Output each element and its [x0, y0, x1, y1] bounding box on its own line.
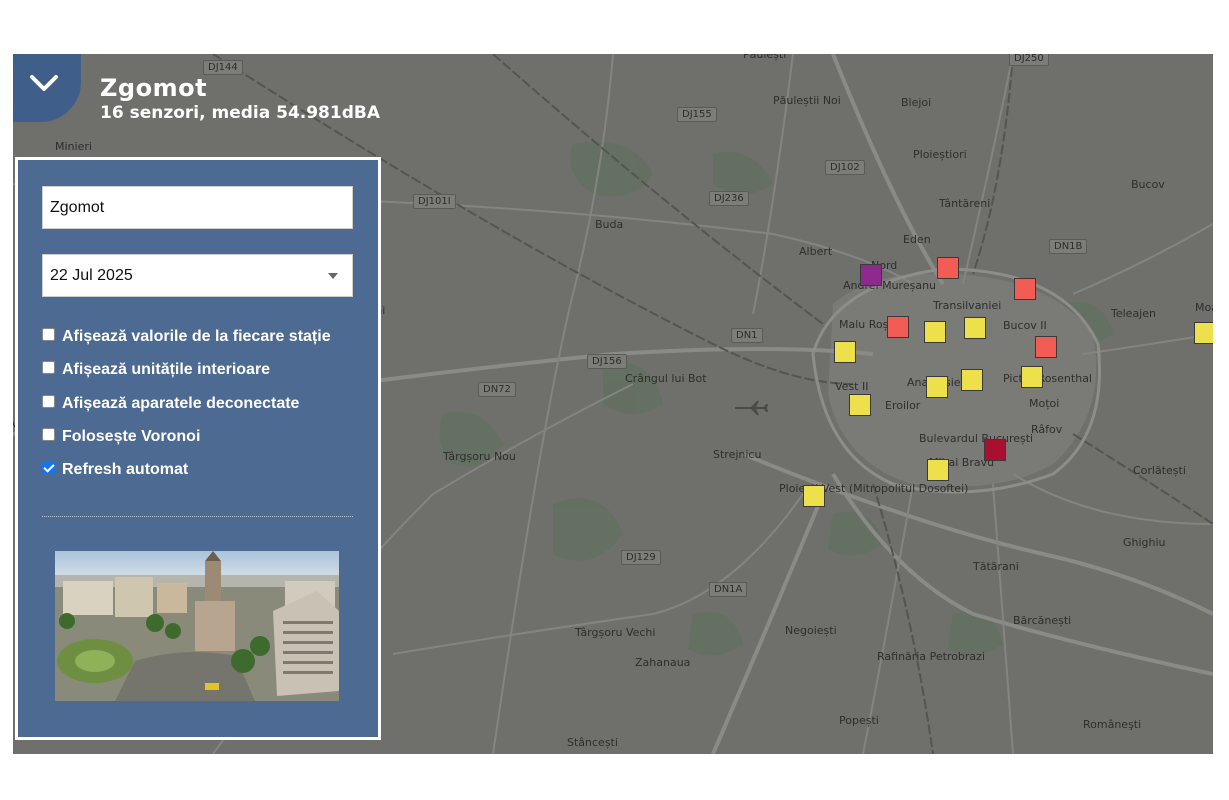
road-shield: DJ155	[677, 107, 717, 122]
sensor-marker[interactable]	[887, 316, 909, 338]
place-label: Tătărani	[973, 560, 1019, 573]
option-label: Afișează aparatele deconectate	[62, 395, 300, 412]
road-shield: DN1	[731, 328, 763, 343]
checkbox[interactable]	[42, 394, 55, 408]
road-shield: DJ129	[621, 550, 661, 565]
place-label: Albert	[799, 245, 833, 258]
place-label: Târgșoru Nou	[443, 450, 516, 463]
checkbox[interactable]	[42, 427, 55, 441]
sensor-marker[interactable]	[924, 321, 946, 343]
place-label: Moara	[1195, 301, 1213, 314]
sensor-marker[interactable]	[1194, 322, 1213, 344]
place-label: Strejnicu	[713, 448, 762, 461]
road-shield: DJ156	[587, 354, 627, 369]
place-label: Păulești	[743, 54, 787, 61]
place-label: Crângul lui Bot	[625, 372, 707, 385]
option-label: Afișează unitățile interioare	[62, 361, 271, 378]
place-label: Buda	[595, 218, 624, 231]
option-show-indoor-units[interactable]: Afișează unitățile interioare	[42, 360, 270, 380]
place-label: Tântăreni	[939, 197, 991, 210]
sensor-marker[interactable]	[937, 257, 959, 279]
place-label: Ghighiu	[1123, 536, 1166, 549]
place-label: Bucov II	[1003, 319, 1047, 332]
place-label: Bărcănești	[1013, 614, 1072, 627]
place-label: Popești	[839, 714, 879, 727]
date-select-value: 22 Jul 2025	[50, 267, 133, 284]
sensor-marker[interactable]	[964, 317, 986, 339]
place-label: Bucov	[1131, 178, 1165, 191]
road-shield: DJ102	[825, 160, 865, 175]
road-shield: DN1A	[709, 582, 748, 597]
checkbox[interactable]	[42, 327, 55, 341]
panel-divider	[42, 516, 353, 517]
road-shield: DJ101I	[413, 194, 456, 209]
sensor-marker[interactable]	[1035, 336, 1057, 358]
checkbox[interactable]	[42, 360, 55, 374]
place-label: Zahanaua	[635, 656, 691, 669]
place-label: Transilvaniei	[933, 299, 1002, 312]
place-label: Pictor Rosenthal	[1003, 372, 1092, 385]
settings-panel: 22 Jul 2025 Afișează valorile de la fiec…	[15, 157, 381, 740]
place-label: Negoiești	[785, 624, 837, 637]
place-label: Ploieștiori	[913, 148, 967, 161]
sensor-marker[interactable]	[1021, 366, 1043, 388]
sensor-marker[interactable]	[849, 394, 871, 416]
option-label: Refresh automat	[62, 461, 189, 478]
option-use-voronoi[interactable]: Folosește Voronoi	[42, 427, 200, 447]
checkbox-checked[interactable]	[42, 460, 55, 474]
chevron-down-icon	[30, 75, 58, 91]
place-label: Moțoi	[1029, 397, 1060, 410]
sensor-type-input[interactable]	[42, 186, 353, 229]
place-label: Bulevardul București	[919, 432, 1034, 445]
option-label: Folosește Voronoi	[62, 428, 201, 445]
road-shield: DJ144	[203, 60, 243, 75]
sensor-marker[interactable]	[961, 369, 983, 391]
layer-summary: 16 senzori, media 54.981dBA	[100, 103, 381, 123]
place-label: Păuleștii Noi	[773, 94, 841, 107]
sensor-marker[interactable]	[834, 341, 856, 363]
place-label: Teleajen	[1111, 307, 1156, 320]
date-select[interactable]: 22 Jul 2025	[42, 254, 353, 297]
sensor-marker[interactable]	[1014, 278, 1036, 300]
place-label: Râfov	[1031, 423, 1063, 436]
road-shield: DJ250	[1009, 54, 1049, 66]
option-auto-refresh[interactable]: Refresh automat	[42, 460, 188, 480]
sensor-marker[interactable]	[803, 485, 825, 507]
road-shield: DJ236	[709, 191, 749, 206]
option-show-disconnected[interactable]: Afișează aparatele deconectate	[42, 394, 299, 414]
sensor-marker[interactable]	[984, 439, 1006, 461]
place-label: Blejoi	[901, 96, 932, 109]
place-label: Vest II	[835, 380, 869, 393]
dropdown-caret-icon	[328, 273, 338, 279]
place-label: Corlătești	[1133, 464, 1186, 477]
layer-title: Zgomot	[100, 74, 208, 102]
sensor-marker[interactable]	[860, 264, 882, 286]
city-photo	[55, 551, 339, 701]
sensor-marker[interactable]	[927, 459, 949, 481]
place-label: Eroilor	[885, 399, 921, 412]
sensor-marker[interactable]	[926, 376, 948, 398]
place-label: Rafinăria Petrobrazi	[877, 650, 986, 663]
option-show-station-values[interactable]: Afișează valorile de la fiecare stație	[42, 327, 331, 347]
place-label: Minieri	[55, 140, 92, 153]
place-label: Româneşti	[1083, 718, 1142, 731]
place-label: Târgșoru Vechi	[575, 626, 656, 639]
road-shield: DN1B	[1049, 239, 1088, 254]
place-label: Andrei Mureșanu	[843, 279, 937, 292]
road-shield: DN72	[478, 382, 516, 397]
place-label: Eden	[903, 233, 931, 246]
option-label: Afișează valorile de la fiecare stație	[62, 328, 331, 345]
place-label: Stâncești	[567, 736, 618, 749]
